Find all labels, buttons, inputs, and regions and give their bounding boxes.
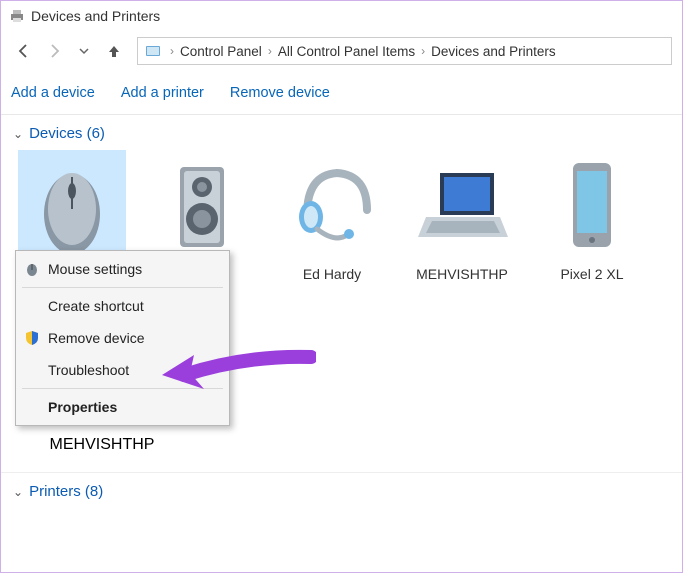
menu-mouse-settings[interactable]: Mouse settings (18, 253, 227, 285)
menu-label: Remove device (48, 330, 145, 346)
command-bar: Add a device Add a printer Remove device (1, 71, 682, 115)
context-menu: Mouse settings Create shortcut Remove de… (15, 250, 230, 426)
menu-separator (22, 388, 223, 389)
device-item-headset[interactable]: Ed Hardy (277, 150, 387, 282)
chevron-down-icon: ⌄ (13, 485, 23, 499)
breadcrumb-item[interactable]: Devices and Printers (431, 44, 556, 59)
menu-label: Properties (48, 399, 117, 415)
shield-icon (24, 330, 40, 346)
window-title: Devices and Printers (31, 8, 160, 24)
menu-label: Mouse settings (48, 261, 142, 277)
printer-label: MEHVISHTHP (50, 436, 155, 454)
device-item-laptop[interactable]: MEHVISHTHP (407, 150, 517, 282)
breadcrumb-item[interactable]: Control Panel (180, 44, 262, 59)
titlebar: Devices and Printers (1, 1, 682, 31)
chevron-right-icon: › (421, 44, 425, 58)
devices-section-header[interactable]: ⌄ Devices (6) (1, 115, 682, 150)
nav-row: › Control Panel › All Control Panel Item… (1, 31, 682, 71)
breadcrumb[interactable]: › Control Panel › All Control Panel Item… (137, 37, 672, 65)
chevron-down-icon: ⌄ (13, 127, 23, 141)
menu-create-shortcut[interactable]: Create shortcut (18, 290, 227, 322)
menu-properties[interactable]: Properties (18, 391, 227, 423)
headset-icon (282, 150, 382, 260)
up-button[interactable] (101, 38, 127, 64)
mouse-icon (24, 261, 40, 277)
section-label: Printers (29, 483, 81, 500)
device-item-phone[interactable]: Pixel 2 XL (537, 150, 647, 282)
add-printer-link[interactable]: Add a printer (121, 85, 204, 101)
section-count: (8) (85, 483, 103, 500)
remove-device-link[interactable]: Remove device (230, 85, 330, 101)
menu-separator (22, 287, 223, 288)
control-panel-icon (144, 42, 162, 60)
device-label: MEHVISHTHP (416, 266, 508, 282)
menu-label: Troubleshoot (48, 362, 129, 378)
section-label: Devices (29, 125, 82, 142)
back-button[interactable] (11, 38, 37, 64)
section-count: (6) (87, 125, 105, 142)
chevron-right-icon: › (170, 44, 174, 58)
recent-dropdown[interactable] (71, 38, 97, 64)
speaker-icon (152, 150, 252, 260)
mouse-icon (22, 154, 122, 264)
phone-icon (542, 150, 642, 260)
forward-button[interactable] (41, 38, 67, 64)
device-label: Ed Hardy (303, 266, 361, 282)
add-device-link[interactable]: Add a device (11, 85, 95, 101)
chevron-right-icon: › (268, 44, 272, 58)
menu-troubleshoot[interactable]: Troubleshoot (18, 354, 227, 386)
menu-label: Create shortcut (48, 298, 144, 314)
printer-icon (9, 8, 25, 24)
laptop-icon (412, 150, 512, 260)
menu-remove-device[interactable]: Remove device (18, 322, 227, 354)
printers-section-header[interactable]: ⌄ Printers (8) (1, 473, 682, 508)
device-label: Pixel 2 XL (560, 266, 623, 282)
breadcrumb-item[interactable]: All Control Panel Items (278, 44, 415, 59)
